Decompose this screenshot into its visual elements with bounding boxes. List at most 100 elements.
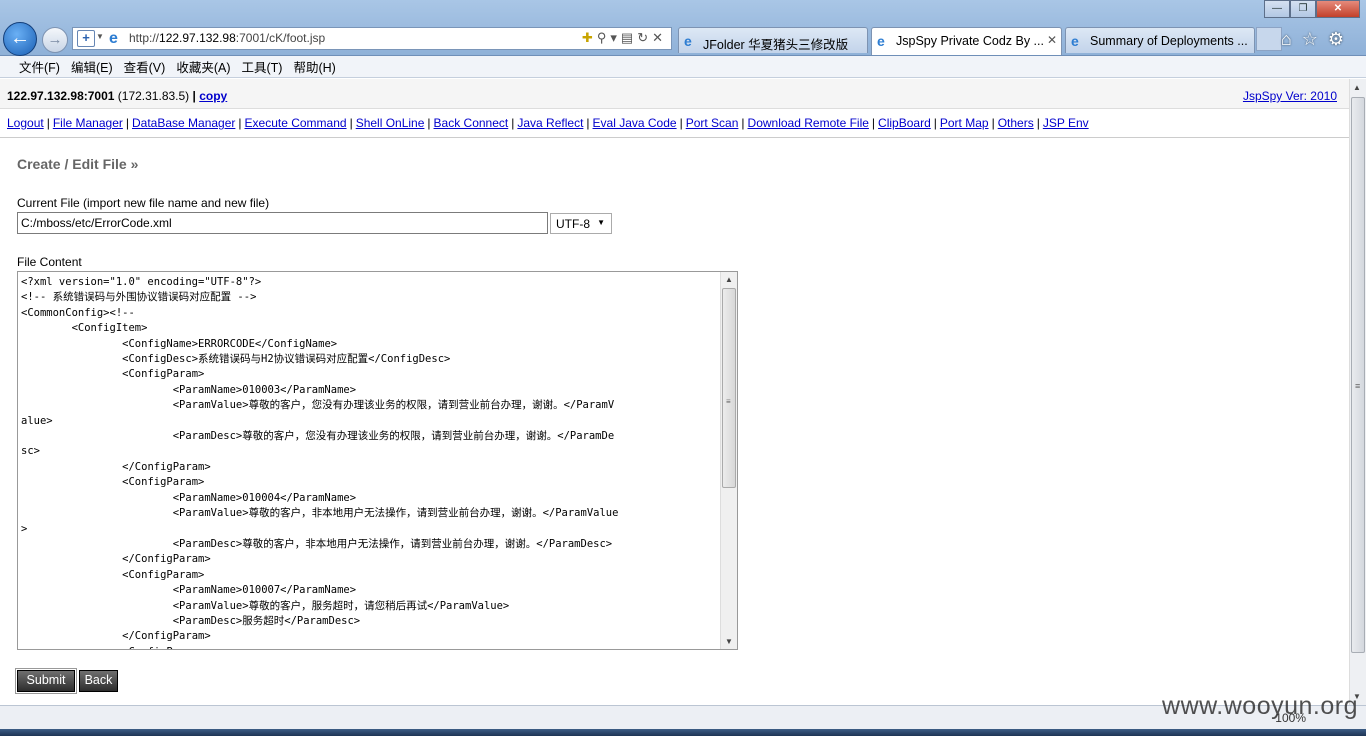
scroll-down-icon[interactable]: ▼ — [725, 637, 733, 646]
separator: | — [427, 116, 431, 130]
compatibility-icon[interactable]: ✚ — [582, 30, 597, 45]
grip-icon: ≡ — [726, 397, 731, 406]
file-content-label: File Content — [17, 255, 82, 269]
host-info-bar: 122.97.132.98:7001 (172.31.83.5) | copy … — [0, 79, 1349, 109]
close-tab-icon[interactable]: ✕ — [1047, 33, 1057, 47]
nav-shell-online[interactable]: Shell OnLine — [356, 116, 425, 130]
os-taskbar — [0, 729, 1366, 736]
scroll-up-icon[interactable]: ▲ — [1353, 83, 1361, 92]
separator: | — [125, 116, 129, 130]
current-file-label: Current File (import new file name and n… — [17, 196, 270, 210]
editor-scrollbar[interactable]: ▲ ≡ ▼ — [720, 272, 737, 649]
menu-edit[interactable]: 编辑(E) — [66, 57, 118, 76]
close-window-button[interactable]: ✕ — [1316, 0, 1360, 18]
nav-back-connect[interactable]: Back Connect — [434, 116, 509, 130]
ie-logo-icon: e — [877, 33, 885, 49]
separator: | — [349, 116, 353, 130]
scroll-up-icon[interactable]: ▲ — [725, 275, 733, 284]
nav-file-manager[interactable]: File Manager — [53, 116, 123, 130]
copy-link[interactable]: copy — [199, 89, 227, 103]
browser-titlebar: — ❐ ✕ ← → + ▼ e http://122.97.132.98:700… — [0, 0, 1366, 56]
chevron-down-icon[interactable]: ▼ — [96, 32, 104, 41]
separator: | — [679, 116, 683, 130]
maximize-button[interactable]: ❐ — [1290, 0, 1316, 18]
nav-logout[interactable]: Logout — [7, 116, 44, 130]
menu-file[interactable]: 文件(F) — [14, 57, 65, 76]
nav-clipboard[interactable]: ClipBoard — [878, 116, 931, 130]
minimize-button[interactable]: — — [1264, 0, 1290, 18]
nav-port-scan[interactable]: Port Scan — [686, 116, 739, 130]
search-icon[interactable]: ⚲ — [597, 30, 611, 45]
gear-icon[interactable]: ⚙ — [1328, 29, 1354, 49]
form-title: Create / Edit File » — [17, 156, 139, 172]
browser-tab-jspspy[interactable]: e JspSpy Private Codz By ... ✕ — [871, 27, 1062, 55]
ie-logo-icon: e — [1071, 33, 1079, 49]
tab-title: JspSpy Private Codz By ... — [896, 34, 1044, 48]
nav-database-manager[interactable]: DataBase Manager — [132, 116, 235, 130]
browser-tab-jfolder[interactable]: e JFolder 华夏猪头三修改版 — [678, 27, 868, 53]
nav-download-remote-file[interactable]: Download Remote File — [748, 116, 869, 130]
separator: | — [511, 116, 515, 130]
ie-logo-icon: e — [109, 30, 118, 47]
separator: | — [991, 116, 995, 130]
page-scrollbar[interactable]: ▲ ≡ ▼ — [1349, 79, 1366, 705]
nav-others[interactable]: Others — [998, 116, 1034, 130]
browser-forward-button[interactable]: → — [42, 27, 68, 53]
separator: | — [933, 116, 937, 130]
editor-scroll-thumb[interactable]: ≡ — [722, 288, 736, 488]
chevron-down-icon: ▼ — [597, 218, 605, 227]
arrow-left-icon: ← — [10, 27, 30, 49]
menu-tools[interactable]: 工具(T) — [236, 57, 287, 76]
encoding-select[interactable]: UTF-8 ▼ — [550, 213, 612, 234]
stop-icon[interactable]: ✕ — [652, 30, 667, 45]
host-ip: (172.31.83.5) — [117, 89, 190, 103]
menu-help[interactable]: 帮助(H) — [288, 57, 340, 76]
page-scroll-thumb[interactable]: ≡ — [1351, 97, 1365, 653]
nav-java-reflect[interactable]: Java Reflect — [517, 116, 583, 130]
separator: | — [871, 116, 876, 130]
arrow-right-icon: → — [47, 31, 63, 48]
current-file-input[interactable] — [17, 212, 548, 234]
url-prefix: http:// — [129, 31, 160, 45]
tab-title: JFolder 华夏猪头三修改版 — [703, 38, 849, 52]
separator: | — [192, 89, 196, 103]
tool-nav-bar: Logout | File Manager | DataBase Manager | Exe… — [0, 109, 1349, 138]
browser-tab-deployments[interactable]: e Summary of Deployments ... — [1065, 27, 1255, 53]
address-bar-icons: ✚⚲▾▤↻✕ — [582, 30, 667, 46]
window-controls: — ❐ ✕ — [1264, 0, 1360, 18]
home-icon[interactable]: ⌂ — [1281, 29, 1302, 49]
host-info: 122.97.132.98:7001 (172.31.83.5) | copy — [7, 89, 227, 103]
file-content-text[interactable]: <?xml version="1.0" encoding="UTF-8"?> <… — [21, 275, 719, 649]
refresh-icon[interactable]: ↻ — [637, 30, 652, 45]
nav-port-map[interactable]: Port Map — [940, 116, 989, 130]
separator: | — [238, 116, 242, 130]
new-tab-button[interactable] — [1256, 27, 1282, 51]
nav-eval-java-code[interactable]: Eval Java Code — [593, 116, 677, 130]
file-content-textarea[interactable]: <?xml version="1.0" encoding="UTF-8"?> <… — [17, 271, 738, 650]
menu-view[interactable]: 查看(V) — [119, 57, 171, 76]
url-text[interactable]: http://122.97.132.98:7001/cK/foot.jsp — [129, 31, 325, 45]
encoding-value: UTF-8 — [556, 217, 590, 231]
url-path: :7001/cK/foot.jsp — [235, 31, 326, 45]
menu-favorites[interactable]: 收藏夹(A) — [171, 57, 235, 76]
address-bar[interactable]: + ▼ e http://122.97.132.98:7001/cK/foot.… — [72, 27, 672, 50]
submit-button[interactable]: Submit — [15, 668, 77, 694]
nav-execute-command[interactable]: Execute Command — [245, 116, 347, 130]
chevron-down-icon[interactable]: ▾ — [610, 30, 621, 45]
compat-view-icon[interactable]: ▤ — [621, 30, 637, 45]
add-favorite-icon[interactable]: + — [77, 30, 95, 47]
browser-toolbar-icons: ⌂☆⚙ — [1281, 29, 1354, 50]
ie-logo-icon: e — [684, 33, 692, 49]
separator: | — [1036, 116, 1040, 130]
version-link[interactable]: JspSpy Ver: 2010 — [1243, 89, 1337, 103]
watermark: www.wooyun.org — [1162, 692, 1358, 720]
tab-title: Summary of Deployments ... — [1090, 34, 1248, 48]
browser-back-button[interactable]: ← — [3, 22, 37, 56]
back-button[interactable]: Back — [79, 670, 118, 692]
favorites-star-icon[interactable]: ☆ — [1302, 29, 1328, 49]
nav-jsp-env[interactable]: JSP Env — [1043, 116, 1089, 130]
browser-menubar: 文件(F) 编辑(E) 查看(V) 收藏夹(A) 工具(T) 帮助(H) — [0, 56, 1366, 78]
url-host: 122.97.132.98 — [159, 31, 236, 45]
page-viewport: 122.97.132.98:7001 (172.31.83.5) | copy … — [0, 79, 1349, 705]
host-address: 122.97.132.98:7001 — [7, 89, 115, 103]
